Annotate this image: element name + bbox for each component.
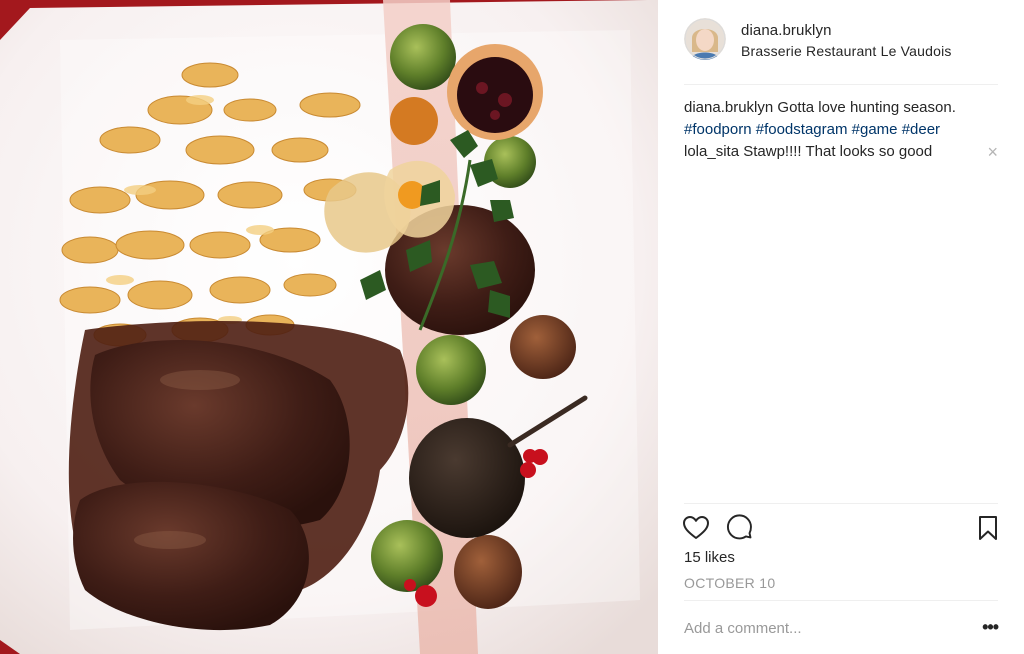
likes-count[interactable]: 15 likes	[684, 548, 735, 568]
hashtag-game[interactable]: #game	[852, 121, 898, 138]
avatar[interactable]	[684, 18, 726, 60]
post-photo[interactable]	[0, 0, 658, 654]
hashtag-foodporn[interactable]: #foodporn	[684, 121, 752, 138]
hashtag-deer[interactable]: #deer	[902, 121, 940, 138]
comment-divider	[684, 600, 998, 601]
caption: diana.bruklyn Gotta love hunting season.…	[684, 97, 998, 141]
actions-divider	[684, 503, 998, 504]
remove-comment-icon[interactable]: ×	[987, 141, 998, 163]
caption-username[interactable]: diana.bruklyn	[684, 99, 773, 116]
profile-avatar-icon	[684, 18, 726, 60]
post-location[interactable]: Brasserie Restaurant Le Vaudois	[741, 41, 952, 61]
post-header: diana.bruklyn Brasserie Restaurant Le Va…	[684, 16, 998, 68]
add-comment-row: •••	[684, 616, 999, 640]
post-date[interactable]: OCTOBER 10	[684, 574, 775, 592]
bookmark-icon[interactable]	[974, 514, 1002, 542]
more-options-icon[interactable]: •••	[982, 616, 999, 638]
comment-input[interactable]	[684, 619, 964, 637]
heart-icon[interactable]	[682, 514, 710, 542]
comments-section: diana.bruklyn Gotta love hunting season.…	[684, 97, 998, 163]
caption-text: Gotta love hunting season.	[777, 99, 956, 116]
action-bar	[682, 514, 998, 542]
comment-text: Stawp!!!! That looks so good	[743, 143, 933, 160]
hashtag-foodstagram[interactable]: #foodstagram	[756, 121, 848, 138]
food-photo-illustration	[0, 0, 658, 654]
comment: lola_sita Stawp!!!! That looks so good ×	[684, 141, 998, 163]
comment-bubble-icon[interactable]	[726, 514, 754, 542]
post-sidebar: diana.bruklyn Brasserie Restaurant Le Va…	[658, 0, 1024, 654]
comment-username[interactable]: lola_sita	[684, 143, 739, 160]
post-username[interactable]: diana.bruklyn	[741, 21, 952, 41]
instagram-post: diana.bruklyn Brasserie Restaurant Le Va…	[0, 0, 1024, 654]
header-divider	[684, 84, 998, 85]
